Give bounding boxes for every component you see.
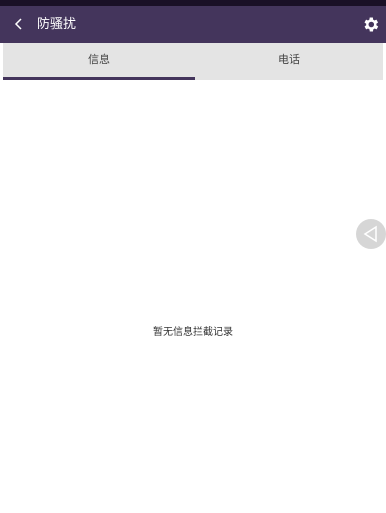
back-button[interactable] bbox=[9, 14, 29, 34]
tab-indicator bbox=[3, 77, 195, 80]
triangle-left-icon bbox=[363, 225, 377, 243]
app-screen: 防骚扰 信息 电话 暂无信息拦截记录 bbox=[0, 0, 386, 513]
page-title: 防骚扰 bbox=[37, 17, 77, 32]
tab-calls[interactable]: 电话 bbox=[195, 43, 383, 80]
tab-messages[interactable]: 信息 bbox=[3, 43, 195, 80]
chevron-left-icon bbox=[14, 18, 22, 30]
gear-icon bbox=[364, 17, 379, 32]
app-bar: 防骚扰 bbox=[0, 6, 386, 43]
floating-assist-button[interactable] bbox=[356, 219, 386, 249]
empty-state-message: 暂无信息拦截记录 bbox=[153, 327, 233, 338]
settings-button[interactable] bbox=[361, 15, 380, 34]
tab-bar: 信息 电话 bbox=[3, 43, 383, 80]
